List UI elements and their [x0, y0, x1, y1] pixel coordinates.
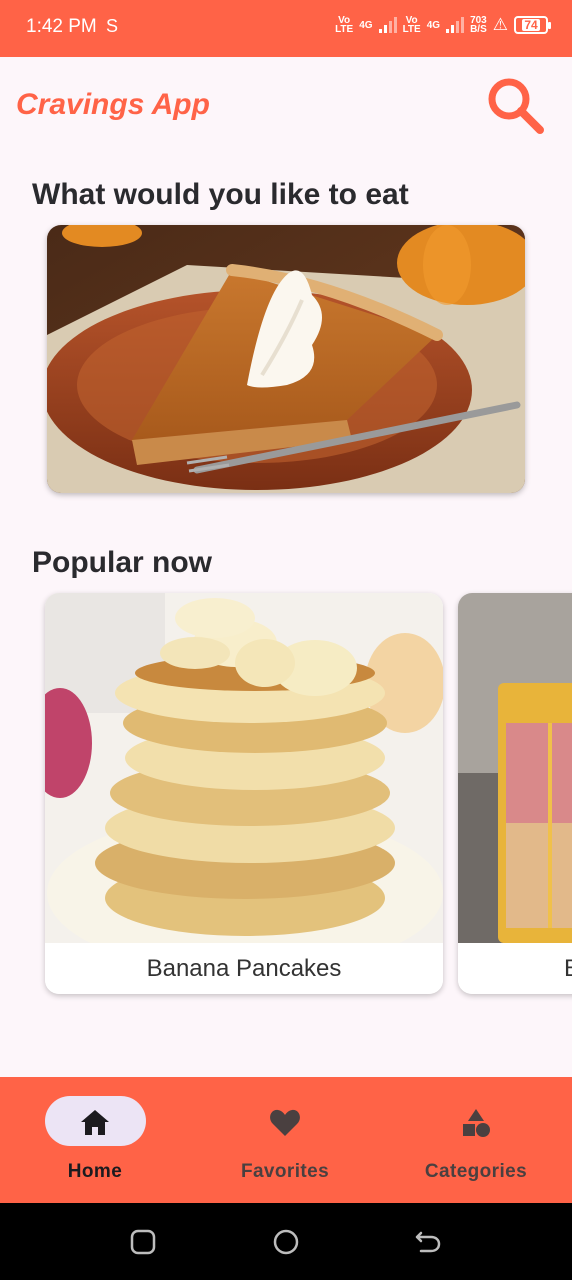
battery-icon: 74 — [514, 16, 551, 34]
popular-food-card[interactable]: B — [458, 593, 572, 994]
search-icon — [488, 78, 544, 134]
status-bar: 1:42 PM S Vo LTE 4G Vo LTE 4G 703 B/S ⚠ 74 — [0, 0, 572, 57]
network-2-label: 4G — [426, 19, 441, 31]
heart-icon — [270, 1109, 300, 1136]
nav-item-favorites[interactable]: Favorites — [190, 1077, 380, 1203]
featured-food-card[interactable] — [47, 225, 525, 493]
alert-icon: ⚠ — [492, 15, 508, 34]
sync-icon: S — [106, 16, 119, 36]
search-button[interactable] — [484, 74, 546, 136]
app-title: Cravings App — [16, 88, 210, 121]
back-icon[interactable] — [413, 1227, 443, 1257]
popular-food-card[interactable]: Banana Pancakes — [45, 593, 443, 994]
pumpkin-pie-image — [47, 225, 525, 493]
nav-item-categories[interactable]: Categories — [381, 1077, 571, 1203]
popular-food-name: B — [458, 943, 572, 994]
nav-label-categories: Categories — [424, 1161, 528, 1182]
nav-item-home[interactable]: Home — [0, 1077, 190, 1203]
banana-pancakes-image — [45, 593, 443, 943]
status-time: 1:42 PM — [26, 16, 97, 37]
home-circle-icon[interactable] — [271, 1227, 301, 1257]
shapes-icon — [463, 1109, 490, 1137]
battery-level: 74 — [522, 18, 540, 32]
home-icon — [81, 1110, 109, 1135]
data-speed: 703 B/S — [470, 15, 487, 35]
bottom-navigation: Home Favorites Categories — [0, 1077, 572, 1203]
status-indicators: Vo LTE 4G Vo LTE 4G 703 B/S ⚠ 74 — [335, 15, 551, 35]
featured-section-title: What would you like to eat — [32, 178, 409, 211]
layered-cake-image — [458, 593, 572, 943]
nav-label-favorites: Favorites — [240, 1161, 330, 1182]
system-navigation-bar — [0, 1203, 572, 1280]
network-1-label: 4G — [359, 19, 373, 31]
signal-1-icon — [378, 17, 397, 33]
volte-2-icon: Vo LTE — [402, 15, 421, 35]
popular-food-name: Banana Pancakes — [45, 943, 443, 994]
volte-1-icon: Vo LTE — [335, 15, 354, 35]
signal-2-icon — [446, 17, 465, 33]
recents-icon[interactable] — [128, 1227, 158, 1257]
popular-section-title: Popular now — [32, 546, 212, 579]
nav-label-home: Home — [67, 1161, 123, 1182]
